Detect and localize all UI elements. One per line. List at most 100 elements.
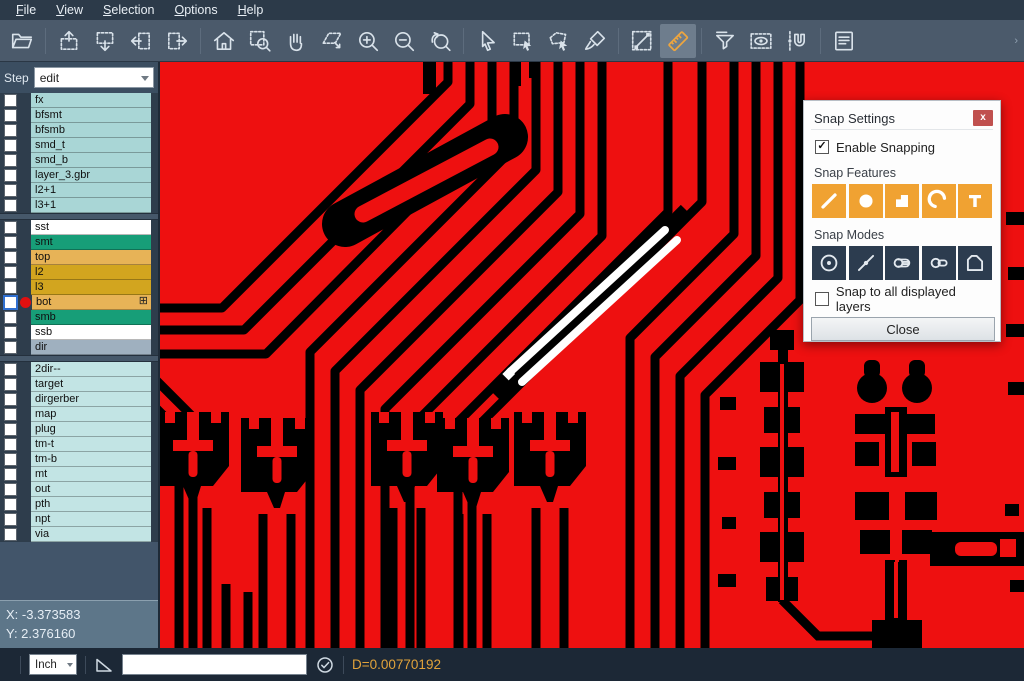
select-rectangle-button[interactable]	[505, 24, 541, 58]
layer-row[interactable]: tm-b	[0, 452, 158, 467]
snap-feature-arc-button[interactable]	[922, 184, 956, 218]
layer-row[interactable]: smd_t	[0, 138, 158, 153]
apply-button[interactable]	[315, 655, 335, 675]
layer-row[interactable]: smb	[0, 310, 158, 325]
layer-name[interactable]: fx	[31, 93, 151, 108]
layer-name[interactable]: target	[31, 377, 151, 392]
layer-row[interactable]: dirgerber	[0, 392, 158, 407]
layer-name[interactable]: smb	[31, 310, 151, 325]
layer-row[interactable]: out	[0, 482, 158, 497]
layer-name[interactable]: top	[31, 250, 151, 265]
zoom-home-button[interactable]	[206, 24, 242, 58]
menu-view[interactable]: View	[46, 1, 93, 19]
layer-visibility-checkbox[interactable]	[4, 154, 17, 167]
layer-row[interactable]: via	[0, 527, 158, 542]
snap-feature-pad-button[interactable]	[849, 184, 883, 218]
snap-mode-outline-button[interactable]	[958, 246, 992, 280]
pan-up-button[interactable]	[51, 24, 87, 58]
layer-row[interactable]: ssb	[0, 325, 158, 340]
zoom-out-button[interactable]	[386, 24, 422, 58]
select-button[interactable]	[469, 24, 505, 58]
layer-visibility-checkbox[interactable]	[4, 139, 17, 152]
zoom-window-button[interactable]	[242, 24, 278, 58]
layer-row[interactable]: top	[0, 250, 158, 265]
view-options-button[interactable]	[743, 24, 779, 58]
layer-name[interactable]: npt	[31, 512, 151, 527]
layer-name[interactable]: layer_3.gbr	[31, 168, 151, 183]
layer-name[interactable]: ssb	[31, 325, 151, 340]
layer-name[interactable]: map	[31, 407, 151, 422]
layer-name[interactable]: smd_t	[31, 138, 151, 153]
layer-visibility-checkbox[interactable]	[4, 124, 17, 137]
angle-mode-button[interactable]	[94, 655, 114, 675]
layer-visibility-checkbox[interactable]	[4, 378, 17, 391]
enable-snapping-checkbox[interactable]: ✓	[815, 140, 829, 154]
layer-row[interactable]: pth	[0, 497, 158, 512]
layer-visibility-checkbox[interactable]	[4, 236, 17, 249]
snap-mode-center-button[interactable]	[812, 246, 846, 280]
layer-row[interactable]: l3	[0, 280, 158, 295]
layer-visibility-checkbox[interactable]	[4, 453, 17, 466]
layer-row[interactable]: l2+1	[0, 183, 158, 198]
snap-mode-slot-circle-button[interactable]	[885, 246, 919, 280]
report-button[interactable]	[826, 24, 862, 58]
snap-mode-closest-button[interactable]	[849, 246, 883, 280]
layer-name[interactable]: smd_b	[31, 153, 151, 168]
layer-row[interactable]: smt	[0, 235, 158, 250]
pan-left-button[interactable]	[123, 24, 159, 58]
layer-name[interactable]: dirgerber	[31, 392, 151, 407]
layer-visibility-checkbox[interactable]	[4, 363, 17, 376]
layer-visibility-checkbox[interactable]	[4, 513, 17, 526]
layer-name[interactable]: bfsmb	[31, 123, 151, 138]
layer-visibility-checkbox[interactable]	[4, 393, 17, 406]
snap-feature-surface-button[interactable]	[885, 184, 919, 218]
layer-visibility-checkbox[interactable]	[4, 266, 17, 279]
layer-row[interactable]: bfsmt	[0, 108, 158, 123]
layer-visibility-checkbox[interactable]	[4, 326, 17, 339]
unit-select[interactable]: Inch	[29, 654, 77, 675]
open-file-button[interactable]	[4, 24, 40, 58]
layer-name[interactable]: via	[31, 527, 151, 542]
layer-row[interactable]: l3+1	[0, 198, 158, 213]
menu-options[interactable]: Options	[164, 1, 227, 19]
dialog-close-icon[interactable]: x	[973, 110, 993, 126]
zoom-previous-button[interactable]	[422, 24, 458, 58]
layer-name[interactable]: bfsmt	[31, 108, 151, 123]
layer-name[interactable]: mt	[31, 467, 151, 482]
snap-mode-slot-keyhole-button[interactable]	[922, 246, 956, 280]
step-select[interactable]: edit	[34, 67, 154, 88]
toolbar-overflow-chevron[interactable]: ›	[1014, 35, 1018, 47]
layer-row[interactable]: l2	[0, 265, 158, 280]
layer-name[interactable]: tm-b	[31, 452, 151, 467]
layer-visibility-checkbox[interactable]	[4, 528, 17, 541]
menu-help[interactable]: Help	[228, 1, 274, 19]
layer-visibility-checkbox[interactable]	[4, 251, 17, 264]
measure-distance-button[interactable]	[624, 24, 660, 58]
layer-name[interactable]: bot⊞	[32, 295, 151, 310]
layer-name[interactable]: sst	[31, 220, 151, 235]
layer-row[interactable]: tm-t	[0, 437, 158, 452]
layer-row-active[interactable]: bot⊞	[0, 295, 158, 310]
layer-visibility-checkbox[interactable]	[4, 498, 17, 511]
filter-button[interactable]	[707, 24, 743, 58]
layer-row[interactable]: plug	[0, 422, 158, 437]
layer-row[interactable]: layer_3.gbr	[0, 168, 158, 183]
layer-row[interactable]: dir	[0, 340, 158, 355]
layer-name[interactable]: dir	[31, 340, 151, 355]
layer-row[interactable]: smd_b	[0, 153, 158, 168]
layer-name[interactable]: l3+1	[31, 198, 151, 213]
layer-visibility-checkbox[interactable]	[4, 184, 17, 197]
layer-name[interactable]: l2	[31, 265, 151, 280]
pan-hand-button[interactable]	[278, 24, 314, 58]
snap-all-layers-checkbox[interactable]	[815, 292, 829, 306]
layer-visibility-checkbox[interactable]	[4, 423, 17, 436]
pan-right-button[interactable]	[159, 24, 195, 58]
layer-visibility-checkbox[interactable]	[4, 221, 17, 234]
select-polygon-button[interactable]	[541, 24, 577, 58]
clear-highlight-button[interactable]	[577, 24, 613, 58]
layer-visibility-checkbox[interactable]	[4, 169, 17, 182]
command-input[interactable]	[122, 654, 307, 675]
layer-visibility-checkbox[interactable]	[4, 199, 17, 212]
layer-visibility-checkbox[interactable]	[4, 311, 17, 324]
layer-row[interactable]: fx	[0, 93, 158, 108]
